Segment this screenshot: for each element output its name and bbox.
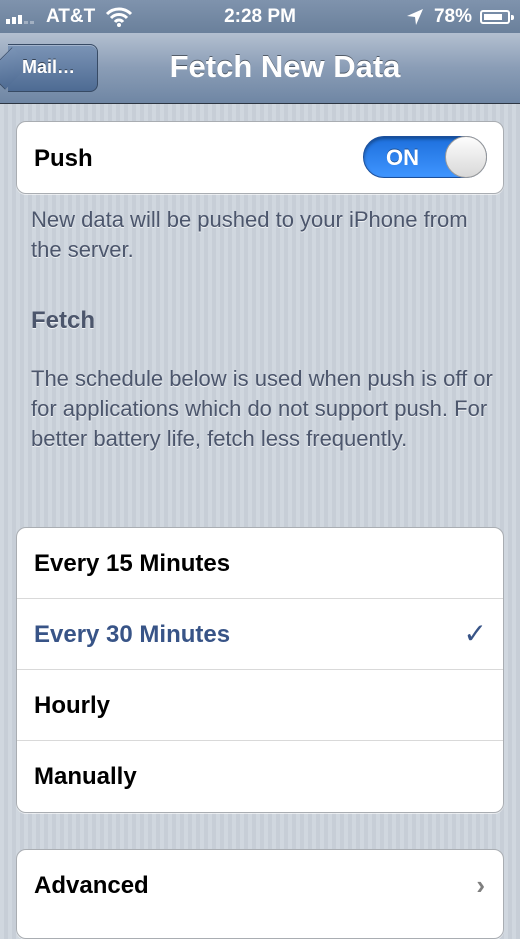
chevron-right-icon: ›	[476, 870, 485, 900]
advanced-cell[interactable]: Advanced ›	[17, 850, 503, 922]
option-manually[interactable]: Manually	[17, 741, 503, 812]
battery-icon	[480, 10, 514, 24]
option-label: Hourly	[34, 692, 111, 719]
toggle-knob[interactable]	[445, 136, 487, 178]
advanced-label: Advanced	[34, 872, 149, 899]
checkmark-icon: ✓	[463, 618, 487, 649]
option-hourly[interactable]: Hourly	[17, 670, 503, 741]
navigation-bar: Mail… Fetch New Data	[0, 33, 520, 104]
push-footer-note: New data will be pushed to your iPhone f…	[31, 207, 468, 262]
push-group: Push ON	[16, 121, 504, 194]
option-label: Every 15 Minutes	[34, 550, 231, 577]
option-label: Every 30 Minutes	[34, 621, 231, 648]
fetch-footer-note: The schedule below is used when push is …	[31, 366, 493, 451]
option-every-15-minutes[interactable]: Every 15 Minutes	[17, 528, 503, 599]
fetch-section-header: Fetch	[31, 307, 96, 334]
page-title: Fetch New Data	[169, 49, 401, 84]
location-arrow-icon	[406, 9, 423, 25]
advanced-group: Advanced ›	[16, 849, 504, 939]
option-label: Manually	[34, 763, 137, 790]
push-cell: Push ON	[17, 122, 503, 193]
fetch-schedule-group: Every 15 Minutes Every 30 Minutes ✓ Hour…	[16, 527, 504, 813]
back-button-label: Mail…	[22, 57, 76, 77]
toggle-on-label: ON	[386, 145, 419, 170]
back-button[interactable]: Mail…	[8, 44, 98, 92]
push-label: Push	[34, 145, 93, 172]
battery-percent: 78%	[433, 6, 472, 27]
status-bar: AT&T 2:28 PM 78%	[0, 0, 520, 33]
push-toggle[interactable]: ON	[363, 136, 487, 178]
option-every-30-minutes[interactable]: Every 30 Minutes ✓	[17, 599, 503, 670]
